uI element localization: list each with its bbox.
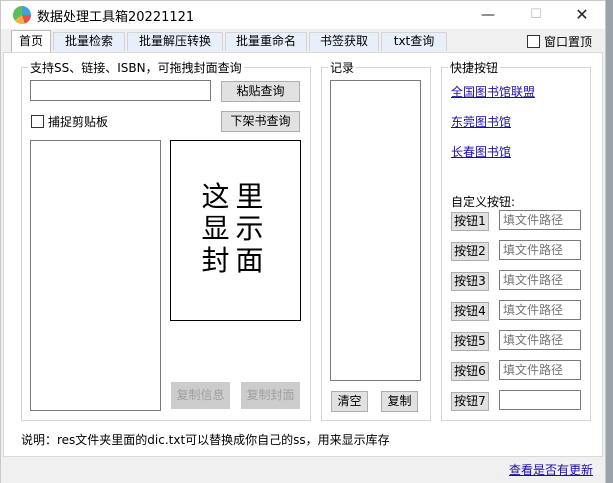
tab-bar: 首页 批量检索 批量解压转换 批量重命名 书签获取 txt查询 (1, 30, 605, 52)
cover-preview[interactable]: 这里 显示 封面 (170, 140, 301, 321)
custom-path-input-1[interactable] (499, 210, 581, 230)
search-input[interactable] (30, 80, 211, 101)
minimize-button[interactable]: — (465, 1, 511, 29)
custom-button-6[interactable]: 按钮6 (451, 362, 489, 381)
result-list[interactable] (30, 140, 161, 411)
cover-placeholder-line-1: 这里 (201, 180, 270, 213)
window-title: 数据处理工具箱20221121 (37, 10, 195, 25)
copy-info-button[interactable]: 复制信息 (171, 382, 230, 409)
offshelf-query-button[interactable]: 下架书查询 (221, 111, 300, 132)
app-logo-icon (13, 6, 31, 24)
custom-button-7[interactable]: 按钮7 (451, 392, 489, 411)
capture-clipboard-checkbox[interactable] (31, 115, 44, 128)
custom-button-1[interactable]: 按钮1 (451, 212, 489, 231)
link-dongguan-library[interactable]: 东莞图书馆 (451, 113, 511, 130)
always-on-top-checkbox[interactable] (527, 35, 540, 48)
quick-buttons-title: 快捷按钮 (448, 59, 501, 76)
tab-batch-search[interactable]: 批量检索 (53, 32, 125, 51)
cover-placeholder-line-2: 显示 (201, 212, 270, 245)
custom-path-input-6[interactable] (499, 360, 581, 380)
custom-buttons-label: 自定义按钮: (451, 195, 516, 209)
paste-query-button[interactable]: 粘贴查询 (221, 81, 300, 102)
custom-path-input-2[interactable] (499, 240, 581, 260)
custom-button-5[interactable]: 按钮5 (451, 332, 489, 351)
record-group-title: 记录 (328, 59, 357, 76)
copy-cover-button[interactable]: 复制封面 (241, 382, 300, 409)
custom-button-2[interactable]: 按钮2 (451, 242, 489, 261)
clear-records-button[interactable]: 清空 (331, 391, 368, 412)
capture-clipboard-toggle[interactable]: 捕捉剪贴板 (31, 113, 108, 130)
custom-path-input-4[interactable] (499, 300, 581, 320)
maximize-button[interactable]: ☐ (513, 1, 559, 29)
app-window: 数据处理工具箱20221121 — ☐ ✕ 首页 批量检索 批量解压转换 批量重… (0, 0, 606, 483)
tab-home[interactable]: 首页 (11, 30, 51, 52)
search-group-title: 支持SS、链接、ISBN，可拖拽封面查询 (28, 59, 244, 76)
tab-bookmark[interactable]: 书签获取 (309, 32, 379, 51)
custom-path-input-5[interactable] (499, 330, 581, 350)
tab-batch-rename[interactable]: 批量重命名 (225, 32, 307, 51)
copy-records-button[interactable]: 复制 (381, 391, 418, 412)
tab-txt-query[interactable]: txt查询 (381, 32, 447, 51)
custom-button-4[interactable]: 按钮4 (451, 302, 489, 321)
notice-text: 说明：res文件夹里面的dic.txt可以替换成你自己的ss，用来显示库存 (21, 433, 390, 447)
custom-path-input-7[interactable] (499, 390, 581, 410)
close-button[interactable]: ✕ (559, 1, 605, 29)
link-national-library-union[interactable]: 全国图书馆联盟 (451, 83, 535, 100)
custom-path-input-3[interactable] (499, 270, 581, 290)
cover-placeholder-line-3: 封面 (201, 244, 270, 277)
check-update-link[interactable]: 查看是否有更新 (509, 461, 593, 478)
always-on-top-label: 窗口置顶 (544, 35, 593, 49)
tab-batch-extract[interactable]: 批量解压转换 (127, 32, 223, 51)
custom-button-3[interactable]: 按钮3 (451, 272, 489, 291)
record-list[interactable] (330, 80, 421, 381)
capture-clipboard-label: 捕捉剪贴板 (48, 115, 109, 129)
title-bar: 数据处理工具箱20221121 — ☐ ✕ (1, 1, 605, 29)
always-on-top-toggle[interactable]: 窗口置顶 (527, 33, 592, 50)
link-changchun-library[interactable]: 长春图书馆 (451, 143, 511, 160)
